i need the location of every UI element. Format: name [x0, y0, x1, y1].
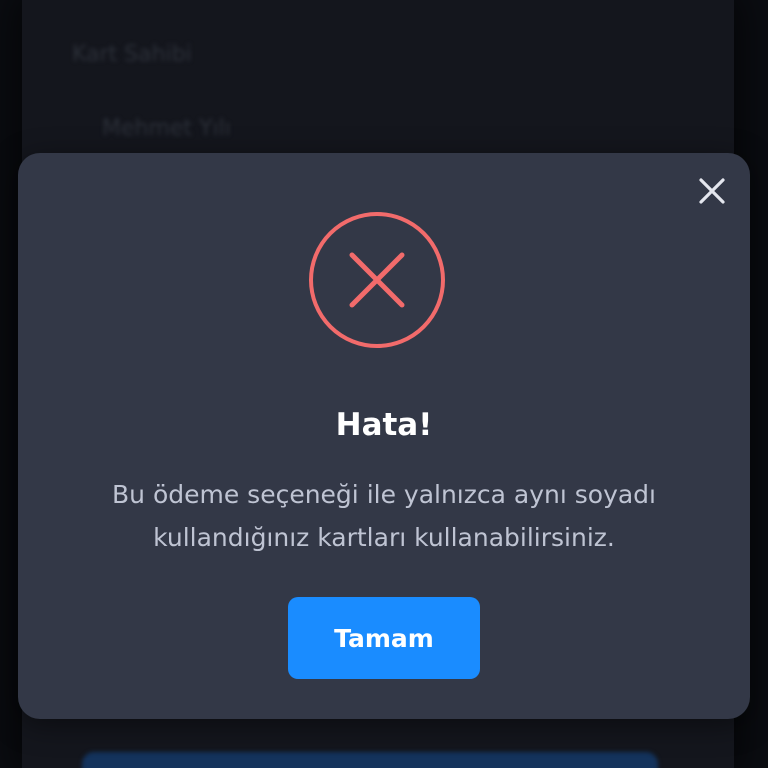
close-button[interactable]	[696, 175, 728, 207]
background-label: Kart Sahibi	[72, 42, 192, 67]
background-sublabel: Mehmet Yılı	[102, 116, 231, 141]
error-dialog: Hata! Bu ödeme seçeneği ile yalnızca ayn…	[18, 153, 750, 719]
error-circle-x-icon	[309, 212, 445, 348]
dialog-title: Hata!	[335, 407, 433, 443]
background-button	[82, 752, 658, 768]
dialog-message: Bu ödeme seçeneği ile yalnızca aynı soya…	[112, 480, 656, 552]
screen: Kart Sahibi Mehmet Yılı Hata! Bu ödeme s…	[0, 0, 768, 768]
close-icon	[699, 178, 725, 204]
ok-button[interactable]: Tamam	[288, 597, 480, 679]
